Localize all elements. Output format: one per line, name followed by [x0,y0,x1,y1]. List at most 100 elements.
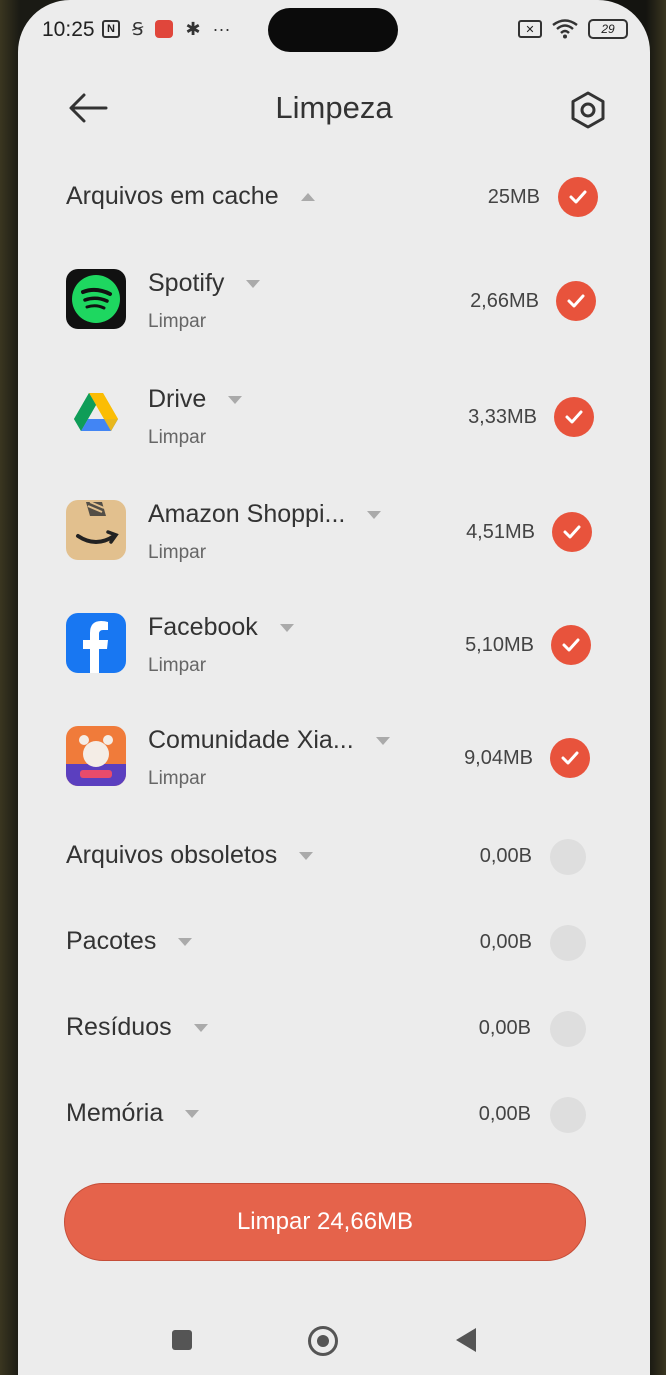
check-icon [563,525,581,539]
wifi-icon [552,19,578,39]
check-icon [561,751,579,765]
app-checkbox[interactable] [556,281,596,321]
s-icon: Ꞩ [132,19,144,39]
app-name: Spotify [148,269,261,298]
recent-apps-icon[interactable] [172,1330,192,1350]
navigation-bar [18,1310,650,1370]
chevron-up-icon [300,193,315,202]
notification-icon [155,20,174,38]
check-icon [562,638,580,652]
section-label-text: Pacotes [66,927,157,955]
more-dots-icon: ··· [212,19,231,39]
section-label: Memória [66,1099,200,1128]
section-checkbox[interactable] [550,1011,586,1047]
section-label-text: Memória [66,1099,164,1127]
section-size: 0,00B [479,845,532,867]
section-checkbox[interactable] [550,839,586,875]
page-title: Limpeza [275,90,393,125]
phone-frame: 10:25 N Ꞩ ✱ ··· ✕ 29 Limpeza Arquivos em… [0,0,666,1375]
app-size: 4,51MB [466,521,535,543]
camera-notch [268,8,398,52]
check-icon [565,410,583,424]
cache-checkbox[interactable] [558,177,598,217]
app-action-label[interactable]: Limpar [148,427,206,449]
xiaomi-community-icon [66,726,126,786]
app-action-label[interactable]: Limpar [148,768,206,790]
app-checkbox[interactable] [554,397,594,437]
settings-gear-icon[interactable] [568,90,608,130]
cache-label-text: Arquivos em cache [66,182,279,210]
app-action-label[interactable]: Limpar [148,311,206,333]
section-row-memoria[interactable]: Memória 0,00B [18,1085,650,1145]
app-name-text: Facebook [148,613,258,641]
app-row-drive[interactable]: Drive Limpar 3,33MB [18,385,650,495]
chevron-down-icon [185,1110,200,1119]
app-row-comunidade-xiaomi[interactable]: Comunidade Xia... Limpar 9,04MB [18,726,650,836]
app-checkbox[interactable] [550,738,590,778]
section-checkbox[interactable] [550,1097,586,1133]
cache-section-row[interactable]: Arquivos em cache 25MB [18,168,650,228]
section-size: 0,00B [479,931,532,953]
chevron-down-icon [178,938,193,947]
header: Limpeza [18,76,650,146]
app-name-text: Spotify [148,269,225,297]
app-action-label[interactable]: Limpar [148,655,206,677]
chevron-down-icon [279,624,294,633]
app-row-facebook[interactable]: Facebook Limpar 5,10MB [18,613,650,723]
status-bar: 10:25 N Ꞩ ✱ ··· ✕ 29 [18,0,650,62]
app-size: 5,10MB [465,634,534,656]
drive-icon [66,385,126,445]
amazon-icon [66,500,126,560]
section-checkbox[interactable] [550,925,586,961]
app-name: Drive [148,385,243,414]
chevron-down-icon [367,511,382,520]
home-icon[interactable] [308,1326,338,1356]
section-label-text: Resíduos [66,1013,172,1041]
section-label-text: Arquivos obsoletos [66,841,278,869]
cache-size: 25MB [487,186,540,208]
app-checkbox[interactable] [552,512,592,552]
chevron-down-icon [375,737,390,746]
status-right-icons: ✕ 29 [518,19,628,39]
app-row-spotify[interactable]: Spotify Limpar 2,66MB [18,269,650,379]
status-time: 10:25 [42,18,95,41]
app-checkbox[interactable] [551,625,591,665]
app-name: Facebook [148,613,294,642]
app-name-text: Amazon Shoppi... [148,500,346,528]
nfc-icon: N [102,20,120,38]
section-row-arquivos-obsoletos[interactable]: Arquivos obsoletos 0,00B [18,827,650,887]
chevron-down-icon [193,1024,208,1033]
app-size: 2,66MB [470,290,539,312]
chevron-down-icon [299,852,314,861]
facebook-icon [66,613,126,673]
battery-icon: 29 [588,19,628,39]
gear-icon: ✱ [185,19,201,39]
app-name: Amazon Shoppi... [148,500,382,529]
spotify-icon [66,269,126,329]
app-name-text: Comunidade Xia... [148,726,354,754]
section-row-pacotes[interactable]: Pacotes 0,00B [18,913,650,973]
app-name: Comunidade Xia... [148,726,390,755]
sim-off-icon: ✕ [518,20,542,38]
chevron-down-icon [228,396,243,405]
app-action-label[interactable]: Limpar [148,542,206,564]
battery-level: 29 [601,22,615,36]
status-left-icons: N Ꞩ ✱ ··· [102,20,231,38]
section-label: Pacotes [66,927,193,956]
back-triangle-icon[interactable] [456,1328,476,1352]
chevron-down-icon [246,280,261,289]
app-size: 9,04MB [464,747,533,769]
section-size: 0,00B [478,1017,531,1039]
check-icon [567,294,585,308]
app-name-text: Drive [148,385,207,413]
app-row-amazon[interactable]: Amazon Shoppi... Limpar 4,51MB [18,500,650,610]
screen: 10:25 N Ꞩ ✱ ··· ✕ 29 Limpeza Arquivos em… [18,0,650,1375]
cache-section-label: Arquivos em cache [66,182,315,211]
section-size: 0,00B [478,1103,531,1125]
clean-button[interactable]: Limpar 24,66MB [64,1183,586,1261]
section-label: Resíduos [66,1013,208,1042]
check-icon [569,190,587,204]
section-label: Arquivos obsoletos [66,841,314,870]
app-size: 3,33MB [468,406,537,428]
section-row-residuos[interactable]: Resíduos 0,00B [18,999,650,1059]
